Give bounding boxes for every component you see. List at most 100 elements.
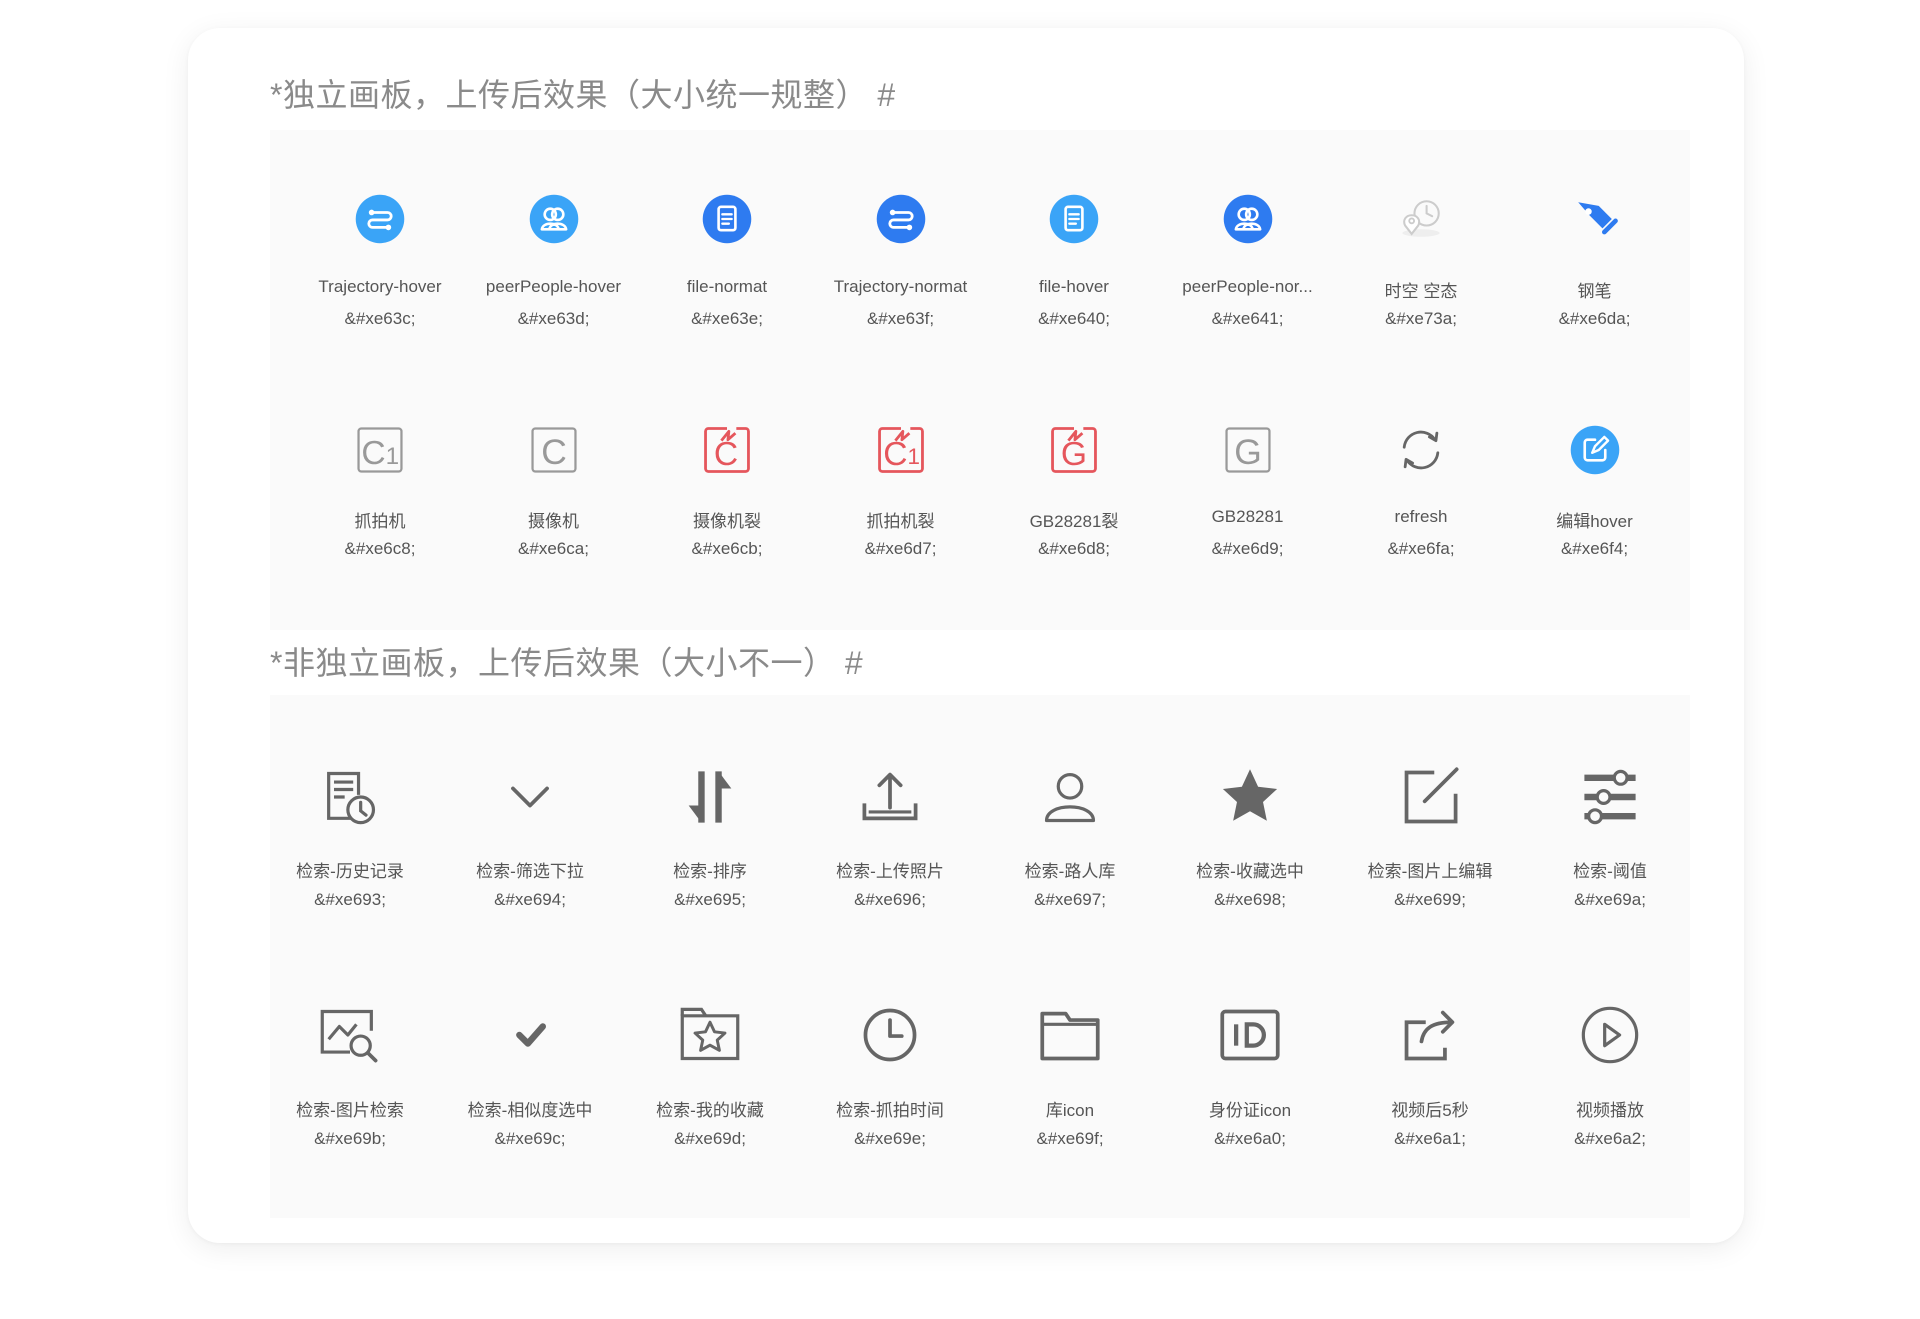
svg-text:C: C [714, 436, 738, 473]
snapshot-camera-icon: C 1 [352, 422, 408, 478]
my-favorites-folder-icon [678, 1003, 742, 1067]
icon-unicode-label: &#xe69e; [854, 1129, 926, 1148]
icon-tile[interactable]: Trajectory-hover &#xe63c; [295, 191, 465, 340]
icon-tile[interactable]: 钢笔 &#xe6da; [1510, 191, 1680, 340]
icon-tile[interactable]: 检索-抓拍时间 &#xe69e; [805, 1003, 975, 1160]
icon-tile[interactable]: 身份证icon &#xe6a0; [1165, 1003, 1335, 1160]
icon-tile[interactable]: peerPeople-hover &#xe63d; [469, 191, 639, 340]
icon-tile[interactable]: 库icon &#xe69f; [985, 1003, 1155, 1160]
icon-tile[interactable]: 检索-上传照片 &#xe696; [805, 765, 975, 921]
icon-unicode-label: &#xe69a; [1574, 890, 1646, 909]
icon-unicode-label: &#xe6ca; [518, 539, 589, 558]
icon-name-label: 检索-图片检索 [296, 1101, 404, 1120]
icon-name-label: 检索-上传照片 [836, 862, 944, 881]
icon-tile[interactable]: Trajectory-normat &#xe63f; [816, 191, 986, 340]
icon-name-label: 检索-阈值 [1573, 862, 1647, 881]
icon-tile[interactable]: C 摄像机裂 &#xe6cb; [642, 422, 812, 570]
icon-tile[interactable]: 检索-相似度选中 &#xe69c; [445, 1003, 615, 1160]
icon-name-label: 摄像机 [528, 512, 579, 531]
image-edit-icon [1398, 765, 1462, 829]
icon-tile[interactable]: C 1 抓拍机 &#xe6c8; [295, 422, 465, 570]
icon-name-label: 检索-相似度选中 [467, 1101, 593, 1120]
image-search-icon [318, 1003, 382, 1067]
icon-unicode-label: &#xe694; [494, 890, 566, 909]
icon-name-label: 抓拍机 [354, 512, 406, 531]
icon-unicode-label: &#xe63c; [344, 309, 416, 328]
icon-name-label: 检索-收藏选中 [1196, 862, 1304, 881]
icon-tile[interactable]: G GB28281裂 &#xe6d8; [989, 422, 1159, 570]
icon-unicode-label: &#xe6a1; [1394, 1129, 1466, 1148]
snapshot-camera-broken-icon: C 1 [873, 422, 929, 478]
icon-unicode-label: &#xe697; [1034, 890, 1106, 909]
icon-name-label: 检索-我的收藏 [656, 1101, 764, 1120]
icon-tile[interactable]: 检索-图片检索 &#xe69b; [265, 1003, 435, 1160]
sort-icon [678, 765, 742, 829]
icon-tile[interactable]: 检索-筛选下拉 &#xe694; [445, 765, 615, 921]
icon-unicode-label: &#xe69c; [494, 1129, 566, 1148]
pen-icon [1567, 191, 1623, 247]
icon-tile[interactable]: 检索-历史记录 &#xe693; [265, 765, 435, 921]
icon-name-label: 时空 空态 [1384, 282, 1458, 301]
icon-unicode-label: &#xe6da; [1558, 309, 1631, 328]
star-filled-icon [1218, 765, 1282, 829]
icon-unicode-label: &#xe693; [314, 890, 386, 909]
icon-name-label: file-normat [686, 277, 768, 296]
icon-tile[interactable]: C 1 抓拍机裂 &#xe6d7; [816, 422, 986, 570]
section-title-irregular: *非独立画板，上传后效果（大小不一） # [270, 645, 864, 681]
icon-unicode-label: &#xe6cb; [691, 539, 763, 558]
icon-tile[interactable]: 视频播放 &#xe6a2; [1525, 1003, 1695, 1160]
icon-unicode-label: &#xe63e; [691, 309, 763, 328]
svg-text:1: 1 [386, 443, 400, 470]
file-icon [699, 191, 755, 247]
icon-tile[interactable]: refresh &#xe6fa; [1336, 422, 1506, 570]
folder-icon [1038, 1003, 1102, 1067]
person-library-icon [1038, 765, 1102, 829]
icon-name-label: 检索-图片上编辑 [1367, 862, 1493, 881]
icon-name-label: 抓拍机裂 [866, 512, 935, 531]
icon-tile[interactable]: 时空 空态 &#xe73a; [1336, 191, 1506, 340]
icon-name-label: 钢笔 [1577, 282, 1612, 301]
icon-unicode-label: &#xe63d; [517, 309, 590, 328]
icon-unicode-label: &#xe6d9; [1211, 539, 1284, 558]
icon-unicode-label: &#xe6d7; [864, 539, 937, 558]
icon-tile[interactable]: file-normat &#xe63e; [642, 191, 812, 340]
icon-tile[interactable]: peerPeople-nor... &#xe641; [1163, 191, 1333, 340]
icon-tile[interactable]: file-hover &#xe640; [989, 191, 1159, 340]
icon-name-label: 检索-路人库 [1024, 862, 1116, 881]
icon-name-label: 检索-历史记录 [296, 862, 404, 881]
icon-tile[interactable]: 视频后5秒 &#xe6a1; [1345, 1003, 1515, 1160]
icon-tile[interactable]: 编辑hover &#xe6f4; [1510, 422, 1680, 570]
icon-name-label: peerPeople-hover [485, 277, 622, 296]
icon-unicode-label: &#xe69b; [314, 1129, 386, 1148]
icon-tile[interactable]: 检索-图片上编辑 &#xe699; [1345, 765, 1515, 921]
icon-name-label: file-hover [1039, 277, 1109, 296]
icon-name-label: 视频后5秒 [1391, 1101, 1469, 1120]
icon-tile[interactable]: 检索-阈值 &#xe69a; [1525, 765, 1695, 921]
threshold-sliders-icon [1578, 765, 1642, 829]
trajectory-icon [352, 191, 408, 247]
icon-unicode-label: &#xe6fa; [1387, 539, 1455, 558]
icon-name-label: GB28281 [1211, 507, 1284, 526]
edit-hover-icon [1567, 422, 1623, 478]
icon-name-label: peerPeople-nor... [1182, 277, 1313, 296]
icon-tile[interactable]: 检索-路人库 &#xe697; [985, 765, 1155, 921]
icon-name-label: 库icon [1045, 1101, 1095, 1120]
time-space-empty-icon [1393, 191, 1449, 247]
icon-tile[interactable]: 检索-收藏选中 &#xe698; [1165, 765, 1335, 921]
icon-tile[interactable]: C 摄像机 &#xe6ca; [469, 422, 639, 570]
camera-icon: C [526, 422, 582, 478]
refresh-icon [1393, 422, 1449, 478]
play-circle-icon [1578, 1003, 1642, 1067]
icon-unicode-label: &#xe698; [1214, 890, 1286, 909]
file-icon [1046, 191, 1102, 247]
icon-tile[interactable]: G GB28281 &#xe6d9; [1163, 422, 1333, 570]
icon-name-label: 检索-抓拍时间 [836, 1101, 944, 1120]
icon-name-label: 摄像机裂 [693, 512, 761, 531]
icon-unicode-label: &#xe6d8; [1038, 539, 1110, 558]
icon-tile[interactable]: 检索-我的收藏 &#xe69d; [625, 1003, 795, 1160]
icon-tile[interactable]: 检索-排序 &#xe695; [625, 765, 795, 921]
svg-text:1: 1 [907, 444, 919, 469]
icon-unicode-label: &#xe640; [1038, 309, 1110, 328]
icon-unicode-label: &#xe696; [854, 890, 926, 909]
section-title-uniform: *独立画板，上传后效果（大小统一规整） # [270, 77, 896, 113]
